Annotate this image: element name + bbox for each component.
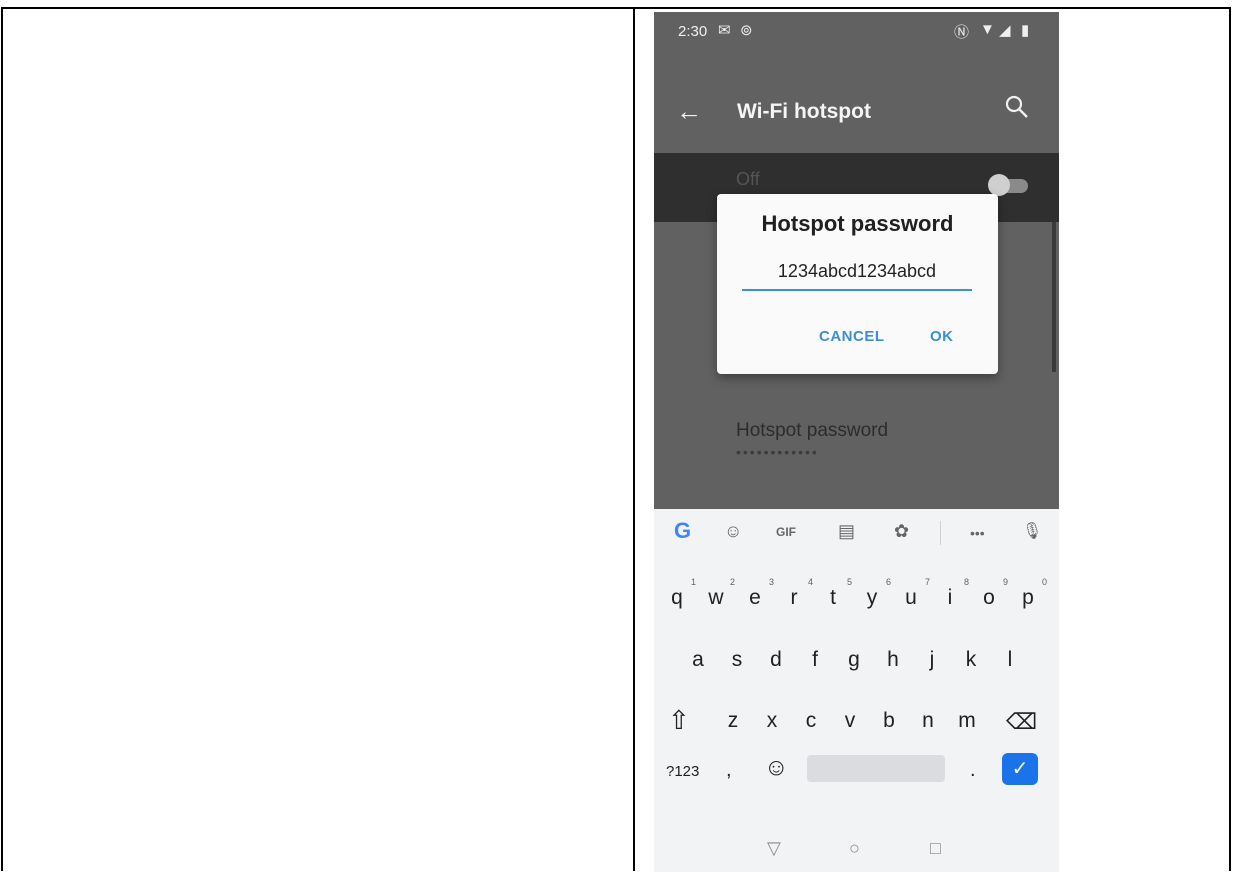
key-f[interactable]: f <box>800 648 830 672</box>
key-d[interactable]: d <box>761 648 791 672</box>
key-o[interactable]: o9 <box>974 577 1008 610</box>
symbols-key[interactable]: ?123 <box>666 763 699 780</box>
status-bar: 2:30 ✉ ⊚ Ⓝ ▼ ◢ ▮ <box>654 12 1059 52</box>
key-v[interactable]: v <box>835 709 865 733</box>
password-dialog: Hotspot password CANCEL OK <box>717 194 998 374</box>
keyboard-toolbar: G ☺ GIF ▤ ✿ ••• 🎙 <box>654 509 1059 557</box>
toolbar-divider <box>940 521 941 545</box>
period-key[interactable]: . <box>970 759 976 782</box>
key-z[interactable]: z <box>718 709 748 733</box>
password-row-label: Hotspot password <box>736 420 889 441</box>
switch-label: Off <box>736 169 760 189</box>
wifi-icon: ▼ <box>980 21 995 38</box>
key-e[interactable]: e3 <box>740 577 774 610</box>
key-r[interactable]: r4 <box>779 577 814 610</box>
app-bar: ← Wi-Fi hotspot <box>654 86 1059 138</box>
spacebar[interactable] <box>807 755 945 782</box>
password-row-value: •••••••••••• <box>736 444 819 460</box>
nav-back-icon[interactable]: ▽ <box>767 838 781 859</box>
nav-recents-icon[interactable]: □ <box>930 838 941 859</box>
password-setting-row[interactable]: Hotspot password •••••••••••• <box>736 420 888 460</box>
key-w[interactable]: w2 <box>701 577 735 610</box>
key-h[interactable]: h <box>878 648 908 672</box>
key-a[interactable]: a <box>683 648 713 672</box>
emoji-icon[interactable]: ☺ <box>764 754 789 782</box>
key-x[interactable]: x <box>757 709 787 733</box>
screen-scrim: 2:30 ✉ ⊚ Ⓝ ▼ ◢ ▮ ← Wi-Fi hotspot Off Hot… <box>654 12 1059 509</box>
back-arrow-icon[interactable]: ← <box>676 96 702 127</box>
mic-icon[interactable]: 🎙 <box>1022 521 1042 541</box>
gif-button[interactable]: GIF <box>776 525 796 539</box>
key-l[interactable]: l <box>995 648 1025 672</box>
clipboard-icon[interactable]: ▤ <box>838 521 855 542</box>
key-p[interactable]: p0 <box>1013 577 1047 610</box>
sticker-icon[interactable]: ☺ <box>724 521 742 542</box>
key-i[interactable]: i8 <box>935 577 969 610</box>
search-icon[interactable] <box>1004 94 1030 120</box>
more-icon[interactable]: ••• <box>970 525 985 541</box>
scrollbar <box>1052 222 1056 372</box>
key-n[interactable]: n <box>913 709 943 733</box>
backspace-icon[interactable]: ⌫ <box>1006 709 1037 735</box>
settings-icon[interactable]: ✿ <box>894 521 909 542</box>
key-s[interactable]: s <box>722 648 752 672</box>
table-divider <box>633 7 635 871</box>
enter-check-icon[interactable]: ✓ <box>1002 753 1038 785</box>
key-k[interactable]: k <box>956 648 986 672</box>
key-b[interactable]: b <box>874 709 904 733</box>
switch-knob[interactable] <box>988 174 1010 196</box>
shift-key[interactable]: ⇧ <box>668 705 690 736</box>
key-u[interactable]: u7 <box>896 577 930 610</box>
status-time: 2:30 <box>678 23 708 40</box>
key-t[interactable]: t5 <box>818 577 852 610</box>
sync-icon: ⊚ <box>740 22 753 39</box>
key-j[interactable]: j <box>917 648 947 672</box>
nfc-icon: Ⓝ <box>954 24 970 41</box>
comma-key[interactable]: , <box>726 759 732 782</box>
phone-screen: 2:30 ✉ ⊚ Ⓝ ▼ ◢ ▮ ← Wi-Fi hotspot Off Hot… <box>654 12 1059 872</box>
key-y[interactable]: y6 <box>857 577 891 610</box>
mail-icon: ✉ <box>718 22 731 39</box>
key-q[interactable]: q1 <box>662 577 696 610</box>
navigation-bar: ▽ ○ □ <box>654 820 1059 872</box>
page-title: Wi-Fi hotspot <box>737 100 871 123</box>
battery-icon: ▮ <box>1021 22 1030 39</box>
google-icon[interactable]: G <box>674 518 691 544</box>
password-input[interactable] <box>742 254 972 291</box>
keyboard: G ☺ GIF ▤ ✿ ••• 🎙 q1 w2 e3 r4 t5 y6 u7 i… <box>654 509 1059 872</box>
signal-icon: ◢ <box>999 22 1011 39</box>
cancel-button[interactable]: CANCEL <box>819 328 885 345</box>
key-c[interactable]: c <box>796 709 826 733</box>
key-g[interactable]: g <box>839 648 869 672</box>
dialog-title: Hotspot password <box>761 211 954 236</box>
nav-home-icon[interactable]: ○ <box>849 838 860 859</box>
ok-button[interactable]: OK <box>930 328 954 345</box>
key-m[interactable]: m <box>952 709 982 733</box>
